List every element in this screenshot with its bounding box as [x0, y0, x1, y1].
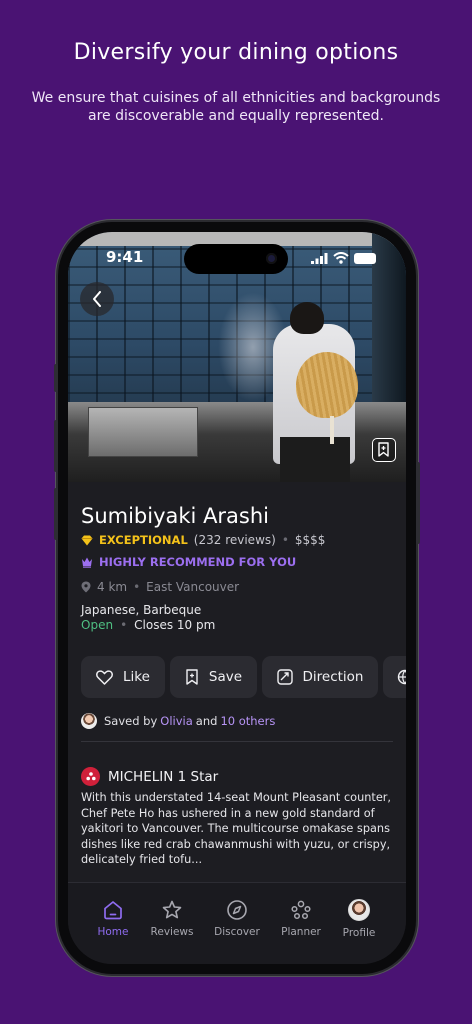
save-button[interactable]: Save	[170, 656, 257, 698]
avatar	[348, 899, 370, 921]
phone-volume-up	[54, 420, 58, 472]
bookmark-plus-icon	[378, 442, 389, 457]
rating-label: EXCEPTIONAL	[99, 533, 188, 547]
bookmark-photo-button[interactable]	[372, 438, 396, 462]
hours-row: Open • Closes 10 pm	[81, 618, 215, 632]
promo-subline: We ensure that cuisines of all ethniciti…	[31, 90, 441, 124]
globe-icon	[397, 669, 406, 685]
open-status: Open	[81, 618, 114, 632]
crown-icon	[82, 557, 92, 568]
saved-by-row: Saved by Olivia and 10 others	[81, 713, 275, 729]
tab-reviews[interactable]: Reviews	[140, 899, 204, 938]
star-icon	[162, 900, 182, 919]
phone-power-button	[416, 462, 420, 544]
tab-home[interactable]: Home	[81, 899, 145, 938]
phone-action-button	[54, 364, 58, 392]
tab-home-label: Home	[97, 926, 129, 938]
dot-separator: •	[281, 533, 289, 547]
wifi-icon	[333, 252, 349, 264]
status-icons	[311, 252, 376, 264]
tab-discover-label: Discover	[214, 926, 260, 938]
closing-time: Closes 10 pm	[134, 618, 216, 632]
saved-by-prefix: Saved by	[104, 714, 158, 728]
like-label: Like	[123, 669, 150, 685]
tab-discover[interactable]: Discover	[205, 899, 269, 938]
directions-icon	[276, 669, 293, 685]
tab-reviews-label: Reviews	[150, 926, 194, 938]
chevron-left-icon	[93, 291, 101, 307]
recommendation-badge: HIGHLY RECOMMEND FOR YOU	[81, 555, 296, 569]
diamond-icon	[81, 535, 93, 545]
michelin-icon	[81, 767, 100, 786]
heart-icon	[96, 669, 113, 685]
dot-separator: •	[120, 618, 128, 632]
promo-headline: Diversify your dining options	[73, 40, 399, 65]
tab-planner[interactable]: Planner	[269, 899, 333, 938]
battery-icon	[354, 252, 376, 264]
people-icon	[291, 900, 311, 920]
status-time: 9:41	[106, 248, 144, 266]
action-buttons: Like Save Direction	[81, 656, 406, 698]
tab-profile-label: Profile	[342, 927, 376, 939]
avatar	[81, 713, 97, 729]
rating-row: EXCEPTIONAL (232 reviews) • $$$$	[81, 533, 325, 547]
front-camera	[266, 253, 277, 264]
restaurant-name: Sumibiyaki Arashi	[81, 504, 270, 528]
bottom-tab-bar: Home Reviews Discover Planner Profile	[68, 882, 406, 964]
section-divider	[81, 741, 393, 742]
saved-by-user[interactable]: Olivia	[160, 714, 193, 728]
compass-icon	[227, 900, 247, 920]
like-button[interactable]: Like	[81, 656, 165, 698]
dot-separator: •	[133, 580, 141, 594]
price-level: $$$$	[294, 533, 326, 547]
review-count[interactable]: (232 reviews)	[194, 533, 276, 547]
neighborhood: East Vancouver	[146, 580, 240, 594]
saved-by-others[interactable]: 10 others	[220, 714, 275, 728]
cuisine-types: Japanese, Barbeque	[81, 603, 202, 617]
phone-volume-down	[54, 488, 58, 540]
direction-button[interactable]: Direction	[262, 656, 378, 698]
michelin-description: With this understated 14-seat Mount Plea…	[81, 791, 392, 866]
app-screen: 9:41 Sumibiyaki Arashi EXCEPTIONAL (232 …	[68, 232, 406, 964]
website-button[interactable]	[383, 656, 406, 698]
recommendation-text: HIGHLY RECOMMEND FOR YOU	[99, 555, 297, 569]
michelin-title: MICHELIN 1 Star	[108, 768, 219, 785]
direction-label: Direction	[302, 669, 364, 685]
michelin-heading: MICHELIN 1 Star	[81, 767, 218, 786]
location-pin-icon	[81, 581, 91, 593]
back-button[interactable]	[80, 282, 114, 316]
saved-by-and: and	[195, 714, 218, 728]
tab-profile[interactable]: Profile	[327, 899, 391, 939]
tab-planner-label: Planner	[281, 926, 321, 938]
distance: 4 km	[97, 580, 128, 594]
location-row: 4 km • East Vancouver	[81, 580, 239, 594]
signal-icon	[311, 252, 328, 264]
home-icon	[104, 901, 122, 920]
save-label: Save	[208, 669, 243, 685]
bookmark-plus-icon	[186, 669, 198, 685]
